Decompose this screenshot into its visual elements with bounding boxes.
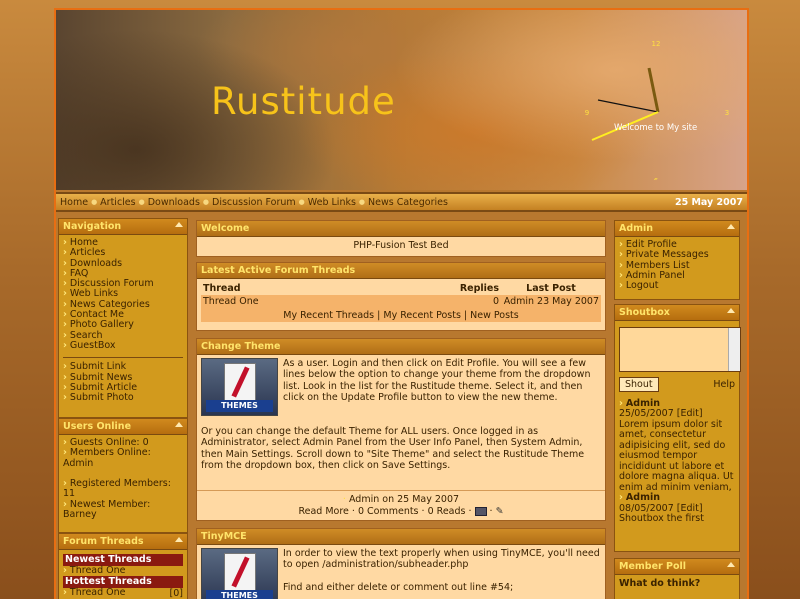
site-header-banner: Rustitude 12 3 6 9 Welcome to My site: [56, 10, 747, 190]
my-recent-posts-link[interactable]: My Recent Posts: [383, 310, 461, 321]
shout-message: Lorem ipsum dolor sit amet, consectetur …: [619, 418, 734, 493]
latest-threads-title: Latest Active Forum Threads: [197, 263, 605, 279]
forum-threads-panel: Forum Threads Newest Threads Thread One …: [58, 533, 188, 599]
col-last-post: Last Post: [526, 283, 576, 294]
shout-textarea[interactable]: [619, 327, 741, 372]
top-navigation-bar: Home ● Articles ● Downloads ● Discussion Fo…: [56, 192, 747, 212]
collapse-arrow-icon[interactable]: [175, 422, 183, 427]
shout-message: Shoutbox the first: [619, 513, 704, 525]
article-tinymce: TinyMCE THEMES In order to view the text…: [196, 528, 606, 599]
navigation-panel: Navigation Home Articles Downloads FAQ D…: [58, 218, 188, 418]
nav-link-news-categories[interactable]: News Categories: [368, 197, 448, 208]
clock-number: 12: [652, 40, 661, 48]
forum-threads-title: Forum Threads: [63, 536, 144, 547]
poll-question: What do think?: [619, 578, 701, 589]
col-thread: Thread: [203, 283, 241, 294]
print-icon[interactable]: [474, 507, 487, 516]
logout-link[interactable]: Logout: [619, 280, 735, 291]
scrollbar[interactable]: [728, 328, 740, 371]
shoutbox-panel: Shoutbox Shout Help Admin 25/05/2007 [Ed…: [614, 304, 741, 552]
nav-link-weblinks[interactable]: Web Links: [308, 197, 356, 208]
welcome-text-body: PHP-Fusion Test Bed: [353, 240, 449, 251]
clock-hour-hand: [647, 67, 660, 113]
clock-icon: 12 3 6 9: [585, 40, 729, 180]
clock-number: 3: [725, 109, 729, 117]
reads-count: 0 Reads: [427, 506, 466, 517]
help-link[interactable]: Help: [713, 379, 735, 390]
shoutbox-title: Shoutbox: [619, 307, 670, 318]
hottest-thread-link[interactable]: Thread One: [63, 588, 126, 599]
article-title: Change Theme: [197, 339, 605, 355]
article-title: TinyMCE: [197, 529, 605, 545]
article-paragraph: Or you can change the default Theme for …: [201, 426, 585, 471]
thumbnail-label: THEMES: [206, 590, 273, 599]
nav-separator-icon: ●: [138, 198, 145, 206]
clock-minute-hand: [597, 99, 659, 113]
thread-title-link[interactable]: Thread One: [201, 295, 458, 308]
collapse-arrow-icon[interactable]: [175, 222, 183, 227]
divider: [63, 357, 183, 359]
admin-panel: Admin Edit Profile Private Messages Memb…: [614, 220, 740, 300]
admin-title: Admin: [619, 223, 654, 234]
shout-date: 08/05/2007: [619, 502, 674, 514]
online-member-name[interactable]: Admin: [63, 458, 183, 470]
thread-last-user[interactable]: Admin: [504, 296, 534, 307]
edit-pencil-icon[interactable]: ✎: [496, 506, 504, 517]
registered-members-label: Registered Members:: [63, 478, 183, 489]
collapse-arrow-icon[interactable]: [727, 224, 735, 229]
shout-edit-link[interactable]: Edit: [681, 503, 699, 514]
latest-threads-panel: Latest Active Forum Threads Thread Repli…: [196, 262, 606, 331]
member-poll-title: Member Poll: [619, 561, 687, 572]
side-link-submit-photo[interactable]: Submit Photo: [63, 392, 183, 403]
navigation-title: Navigation: [63, 221, 122, 232]
current-date: 25 May 2007: [674, 196, 743, 208]
welcome-text: Welcome to My site: [614, 123, 698, 133]
side-link-guestbox[interactable]: GuestBox: [63, 340, 183, 351]
themes-thumbnail: THEMES: [201, 548, 278, 599]
hottest-thread-count: [0]: [169, 588, 183, 599]
read-more-link[interactable]: Read More: [298, 506, 348, 517]
newest-member-name[interactable]: Barney: [63, 510, 183, 521]
newest-thread-link[interactable]: Thread One: [63, 565, 183, 576]
my-recent-threads-link[interactable]: My Recent Threads: [283, 310, 374, 321]
clock-number: 9: [585, 109, 589, 117]
collapse-arrow-icon[interactable]: [727, 562, 735, 567]
col-replies: Replies: [459, 283, 499, 294]
nav-link-forum[interactable]: Discussion Forum: [212, 197, 296, 208]
nav-separator-icon: ●: [91, 198, 98, 206]
nav-separator-icon: ●: [202, 198, 209, 206]
users-online-panel: Users Online Guests Online: 0 Members On…: [58, 418, 188, 533]
nav-link-home[interactable]: Home: [60, 197, 88, 208]
nav-separator-icon: ●: [298, 198, 305, 206]
shout-date: 25/05/2007: [619, 408, 674, 420]
nav-separator-icon: ●: [358, 198, 366, 206]
comments-link[interactable]: 0 Comments: [358, 506, 419, 517]
member-poll-panel: Member Poll What do think?: [614, 558, 740, 599]
nav-link-articles[interactable]: Articles: [100, 197, 135, 208]
shout-button[interactable]: Shout: [619, 377, 659, 392]
thread-replies: 0: [492, 296, 499, 307]
site-title: Rustitude: [211, 80, 396, 123]
threads-table: Thread Replies Last Post Thread One 0 Ad…: [201, 283, 601, 322]
clock-number: 6: [654, 177, 659, 180]
thumbnail-label: THEMES: [206, 400, 273, 412]
welcome-title: Welcome: [197, 221, 605, 237]
users-online-title: Users Online: [63, 421, 132, 432]
table-row: Thread One 0 Admin 23 May 2007: [201, 295, 601, 308]
new-posts-link[interactable]: New Posts: [470, 310, 519, 321]
collapse-arrow-icon[interactable]: [727, 308, 735, 313]
shout-edit-link[interactable]: Edit: [681, 408, 699, 420]
nav-link-downloads[interactable]: Downloads: [148, 197, 200, 208]
thread-last-date: 23 May 2007: [537, 296, 599, 307]
page-wrapper: Rustitude 12 3 6 9 Welcome to My site Ho…: [54, 8, 749, 599]
welcome-panel: Welcome PHP-Fusion Test Bed: [196, 220, 606, 257]
collapse-arrow-icon[interactable]: [175, 537, 183, 542]
article-author-line: Admin on 25 May 2007: [348, 494, 460, 505]
article-change-theme: Change Theme THEMES As a user. Login and…: [196, 338, 606, 521]
themes-thumbnail: THEMES: [201, 358, 278, 416]
